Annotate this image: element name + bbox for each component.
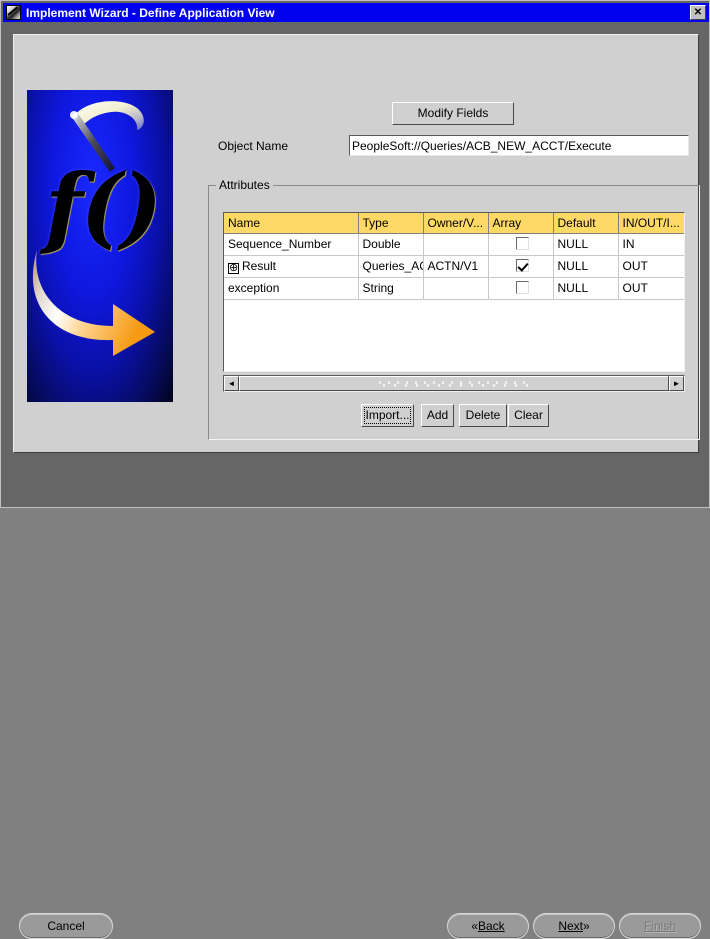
delete-button[interactable]: Delete [459, 404, 507, 427]
back-chevron-icon: « [471, 919, 478, 933]
column-header-default[interactable]: Default [553, 213, 619, 234]
cell-name: Sequence_Number [224, 233, 359, 256]
back-button-label: Back [478, 919, 505, 933]
add-button[interactable]: Add [421, 404, 454, 427]
finish-button-label: Finish [643, 919, 676, 933]
orange-arrow-graphic [32, 250, 155, 356]
column-header-owner[interactable]: Owner/V... [423, 213, 489, 234]
column-header-array[interactable]: Array [488, 213, 554, 234]
expand-icon[interactable]: ⊕ [228, 262, 239, 274]
footer-bar: Cancel «Back Next» Finish [3, 456, 709, 939]
column-header-type[interactable]: Type [358, 213, 424, 234]
cell-direction: IN [618, 233, 684, 256]
cell-array [488, 233, 554, 256]
cell-type: Double [358, 233, 424, 256]
cell-name-label: Result [242, 258, 277, 273]
cell-default: NULL [553, 255, 619, 278]
cell-owner: ACTN/V1 [423, 255, 489, 278]
close-icon[interactable]: ✕ [690, 5, 706, 20]
cell-direction: OUT [618, 255, 684, 278]
scroll-right-icon[interactable]: ► [669, 376, 684, 391]
scroll-left-icon[interactable]: ◄ [224, 376, 239, 391]
next-chevron-icon: » [583, 919, 590, 933]
back-button[interactable]: «Back [447, 913, 529, 939]
cell-owner [423, 233, 489, 256]
array-checkbox[interactable] [516, 237, 529, 250]
clear-button[interactable]: Clear [508, 404, 549, 427]
cell-array [488, 255, 554, 278]
object-name-label: Object Name [218, 139, 289, 153]
array-checkbox[interactable] [516, 281, 529, 294]
title-bar: Implement Wizard - Define Application Vi… [3, 3, 709, 22]
cell-type: String [358, 277, 424, 300]
next-button-label: Next [558, 919, 583, 933]
column-header-direction[interactable]: IN/OUT/I... [618, 213, 684, 234]
scrollbar-thumb[interactable] [239, 376, 669, 391]
cell-array [488, 277, 554, 300]
attributes-legend: Attributes [216, 178, 273, 192]
window-title: Implement Wizard - Define Application Vi… [26, 5, 275, 20]
column-header-name[interactable]: Name [224, 213, 359, 234]
table-row[interactable]: ⊕ Result Queries_AC ACTN/V1 NULL OUT [224, 255, 684, 278]
cell-name: exception [224, 277, 359, 300]
array-checkbox[interactable] [516, 259, 529, 272]
attributes-table[interactable]: Name Type Owner/V... Array Default IN/OU… [223, 212, 685, 372]
wizard-banner-image: f() [27, 90, 173, 402]
client-area: f() Modify Fields Object Name PeopleSoft… [13, 34, 700, 481]
focus-ring [364, 407, 411, 424]
cell-direction: OUT [618, 277, 684, 300]
table-row[interactable]: exception String NULL OUT [224, 277, 684, 300]
cell-owner [423, 277, 489, 300]
wizard-window: Implement Wizard - Define Application Vi… [0, 0, 710, 939]
magic-wand-icon [6, 5, 21, 20]
object-name-input[interactable] [349, 135, 689, 156]
cell-type: Queries_AC [358, 255, 424, 278]
cell-default: NULL [553, 233, 619, 256]
cancel-button[interactable]: Cancel [19, 913, 113, 939]
import-button[interactable]: Import... [361, 404, 414, 427]
modify-fields-button[interactable]: Modify Fields [392, 102, 514, 125]
table-horizontal-scrollbar[interactable]: ◄ ► [223, 375, 685, 392]
cell-name: ⊕ Result [224, 255, 359, 278]
table-header-row: Name Type Owner/V... Array Default IN/OU… [224, 213, 684, 234]
table-row[interactable]: Sequence_Number Double NULL IN [224, 233, 684, 256]
finish-button: Finish [619, 913, 701, 939]
next-button[interactable]: Next» [533, 913, 615, 939]
cell-default: NULL [553, 277, 619, 300]
